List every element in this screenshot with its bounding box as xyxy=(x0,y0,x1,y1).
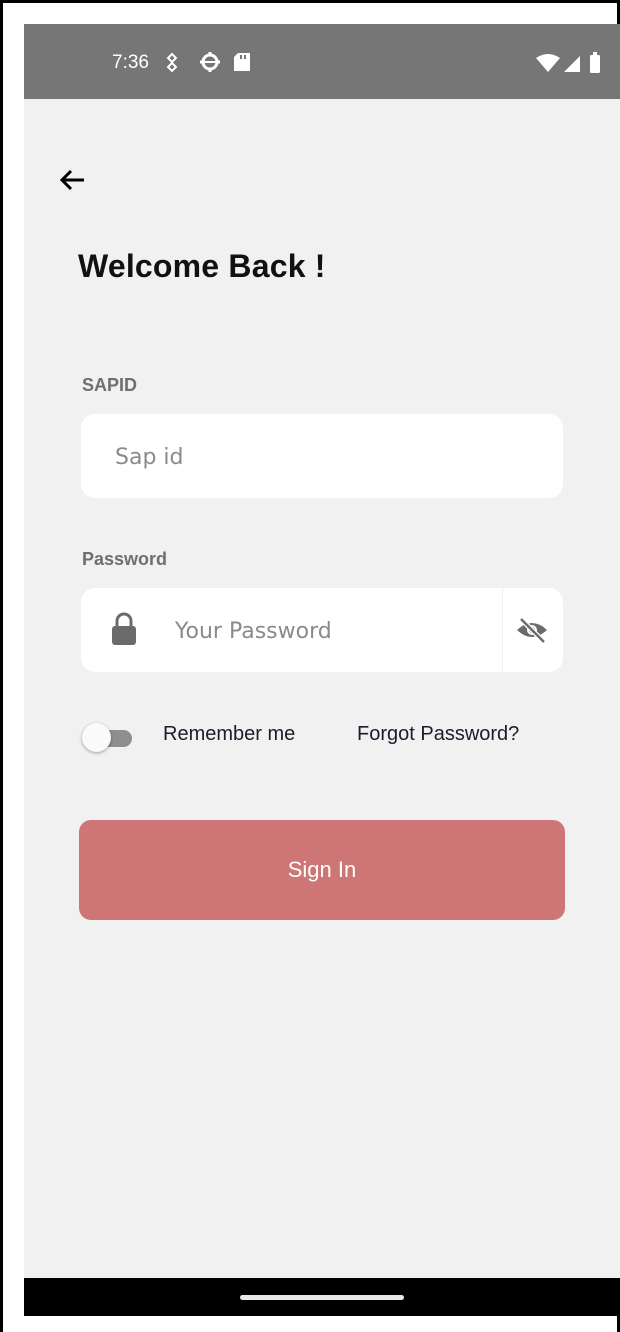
forgot-password-link[interactable]: Forgot Password? xyxy=(357,723,519,746)
remember-me-toggle[interactable] xyxy=(82,723,134,753)
password-input[interactable] xyxy=(173,588,497,674)
toggle-thumb xyxy=(82,723,111,752)
home-indicator[interactable] xyxy=(240,1295,404,1300)
remember-me-label: Remember me xyxy=(163,723,296,745)
password-field-container xyxy=(81,588,563,674)
lock-icon xyxy=(112,612,136,645)
arrow-left-icon xyxy=(59,169,84,191)
sapid-label: SAPID xyxy=(82,375,138,395)
screenshot-frame: 7:36 Welcome Back ! SAPID Sap id Passwor… xyxy=(0,0,620,1332)
status-bar: 7:36 xyxy=(24,24,620,99)
page-title: Welcome Back ! xyxy=(78,248,326,284)
frame-border-top xyxy=(0,0,620,3)
signal-icon xyxy=(564,56,580,72)
navigation-bar xyxy=(24,1278,620,1316)
sign-in-button[interactable]: Sign In xyxy=(79,820,565,920)
wifi-icon xyxy=(536,54,560,72)
location-pin-icon xyxy=(166,52,178,73)
settings-gear-icon xyxy=(200,52,220,72)
eye-off-icon xyxy=(517,617,547,644)
status-right-icons xyxy=(536,52,600,73)
status-left-icons xyxy=(166,52,250,73)
toggle-password-visibility-button[interactable] xyxy=(502,588,563,672)
back-button[interactable] xyxy=(54,162,90,198)
app-screen: 7:36 Welcome Back ! SAPID Sap id Passwor… xyxy=(24,24,620,1316)
password-label: Password xyxy=(82,549,168,569)
battery-icon xyxy=(590,52,600,73)
sapid-field-container xyxy=(81,414,563,500)
status-time: 7:36 xyxy=(112,52,149,73)
sd-card-icon xyxy=(234,53,250,71)
frame-border-left xyxy=(0,0,3,1332)
sapid-input[interactable] xyxy=(113,414,547,500)
